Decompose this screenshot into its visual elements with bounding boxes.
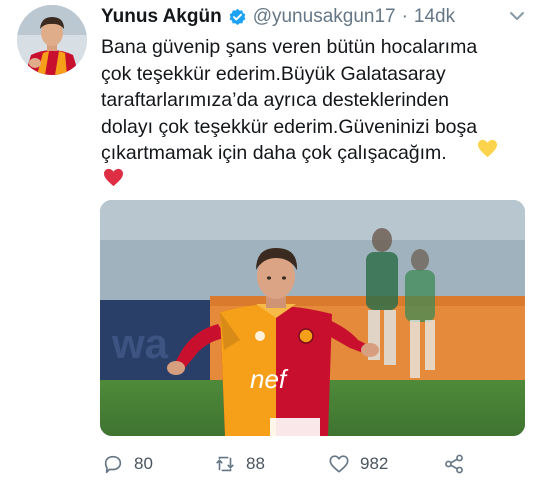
tweet-header: Yunus Akgün @yunusakgun17 · 14dk [101,4,455,30]
retweet-button[interactable]: 88 [214,448,265,480]
tweet-text: Bana güvenip şans veren bütün hocalarıma… [101,36,478,164]
svg-text:wa: wa [111,320,169,367]
retweet-count: 88 [246,454,265,473]
display-name[interactable]: Yunus Akgün [101,6,222,28]
verified-badge-icon [228,8,247,27]
heart-icon [329,455,349,473]
reply-count: 80 [134,454,153,473]
tweet-media-photo[interactable]: wa nef [100,200,525,436]
like-button[interactable]: 982 [328,448,388,480]
reply-icon [104,455,122,474]
share-button[interactable] [443,448,465,480]
football-player-photo-icon: wa nef [100,200,525,436]
like-count: 982 [360,454,389,473]
share-icon [445,454,463,474]
separator-dot: · [401,6,408,27]
retweet-icon [216,456,234,472]
reply-button[interactable]: 80 [102,448,153,480]
handle[interactable]: @yunusakgun17 [253,6,396,28]
timestamp[interactable]: 14dk [414,6,455,28]
yellow-heart-emoji-icon [478,139,497,158]
chevron-down-icon[interactable] [509,10,525,22]
jersey-sponsor-text: nef [250,364,289,394]
tweet-card[interactable]: Yunus Akgün @yunusakgun17 · 14dk Bana gü… [0,0,540,495]
avatar-photo-icon [17,5,87,75]
tweet-actions: 80 88 982 [100,448,530,480]
red-heart-emoji-icon [104,168,123,187]
avatar[interactable] [17,5,87,75]
